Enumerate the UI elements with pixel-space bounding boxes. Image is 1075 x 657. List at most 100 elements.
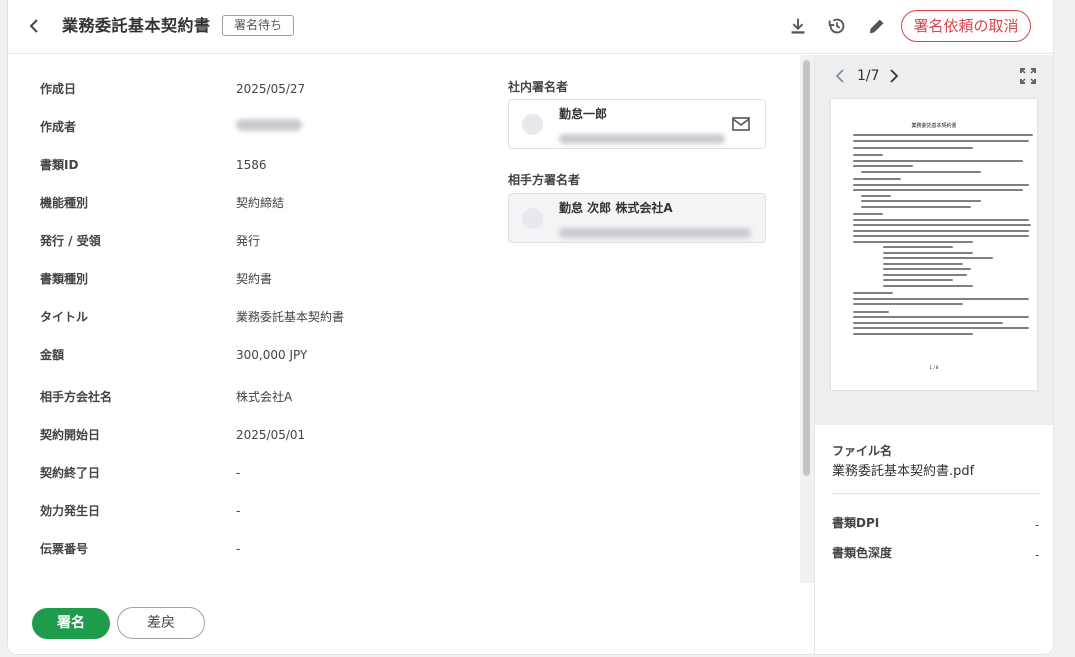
- send-mail-button[interactable]: [731, 114, 751, 134]
- filename-label: ファイル名: [832, 444, 893, 458]
- detail-row-document-id: 書類ID 1586: [8, 157, 478, 195]
- thumbnail-text-line: [861, 170, 981, 173]
- detail-label: 機能種別: [40, 196, 89, 210]
- thumbnail-text-line: [853, 154, 883, 157]
- detail-value: -: [236, 542, 241, 556]
- counterparty-signer-name: 勤怠 次郎 株式会社A: [559, 201, 673, 215]
- thumbnail-text-line: [853, 316, 1029, 319]
- avatar: [522, 208, 543, 229]
- internal-signer-heading: 社内署名者: [508, 80, 569, 94]
- detail-row-title: タイトル 業務委託基本契約書: [8, 309, 478, 347]
- detail-value: -: [236, 466, 241, 480]
- detail-label: 伝票番号: [40, 542, 89, 556]
- detail-label: 書類種別: [40, 272, 89, 286]
- detail-value: 契約締結: [236, 196, 285, 210]
- thumbnail-text-line: [853, 183, 1029, 186]
- action-footer: 署名 差戻: [8, 583, 814, 654]
- detail-row-amount: 金額 300,000 JPY: [8, 347, 478, 385]
- return-button[interactable]: 差戻: [117, 607, 205, 639]
- detail-row-document-type: 書類種別 契約書: [8, 271, 478, 309]
- detail-value: 2025/05/27: [236, 82, 306, 96]
- fullscreen-button[interactable]: [1019, 67, 1037, 85]
- page-title: 業務委託基本契約書: [62, 16, 211, 35]
- sign-button[interactable]: 署名: [32, 608, 110, 639]
- detail-value: 発行: [236, 234, 261, 248]
- filename-value: 業務委託基本契約書.pdf: [832, 464, 975, 479]
- thumbnail-text-line: [853, 218, 1029, 221]
- chevron-right-icon: [890, 69, 899, 83]
- chevron-left-icon: [29, 19, 38, 33]
- thumbnail-text-line: [883, 279, 953, 282]
- cancel-signature-request-button[interactable]: 署名依頼の取消: [901, 10, 1031, 42]
- dpi-label: 書類DPI: [832, 516, 880, 530]
- status-badge: 署名待ち: [222, 15, 295, 36]
- thumbnail-text-line: [853, 146, 973, 149]
- detail-row-creator: 作成者: [8, 119, 478, 157]
- thumbnail-text-line: [853, 133, 1033, 136]
- thumbnail-text-line: [883, 257, 993, 260]
- detail-panel: 作成日 2025/05/27 作成者 書類ID 1586 機能種別 契約締結 発…: [8, 55, 814, 583]
- detail-label: 契約終了日: [40, 466, 101, 480]
- thumbnail-text-line: [853, 327, 1029, 330]
- next-page-button[interactable]: [887, 67, 901, 85]
- detail-row-slip-number: 伝票番号 -: [8, 541, 478, 579]
- counterparty-signer-card: 勤怠 次郎 株式会社A: [508, 193, 766, 243]
- color-depth-value: -: [1035, 548, 1040, 562]
- history-button[interactable]: [826, 15, 848, 37]
- page-thumbnail[interactable]: 業務委託基本契約書 1 / 8: [831, 99, 1037, 390]
- thumbnail-text-line: [883, 273, 967, 276]
- detail-row-effective-date: 効力発生日 -: [8, 503, 478, 541]
- thumbnail-text-line: [853, 235, 1029, 238]
- thumbnail-text-line: [853, 159, 1023, 162]
- thumbnail-text-line: [883, 246, 953, 249]
- detail-label: 効力発生日: [40, 504, 101, 518]
- edit-button[interactable]: [866, 15, 888, 37]
- detail-label: 発行 / 受領: [40, 234, 101, 248]
- detail-row-counterparty: 相手方会社名 株式会社A: [8, 389, 478, 427]
- thumbnail-text-line: [853, 178, 901, 181]
- thumbnail-text-line: [853, 292, 893, 295]
- document-detail-card: 業務委託基本契約書 署名待ち 署名依頼の取消 作成日 2025/05/27 作成…: [7, 0, 1054, 655]
- thumbnail-text-line: [853, 240, 973, 243]
- thumbnail-text-line: [883, 262, 963, 265]
- detail-row-function-type: 機能種別 契約締結: [8, 195, 478, 233]
- counterparty-signer-heading: 相手方署名者: [508, 173, 581, 187]
- detail-value: -: [236, 504, 241, 518]
- divider: [832, 493, 1040, 494]
- detail-label: 相手方会社名: [40, 390, 113, 404]
- thumbnail-page-number: 1 / 8: [929, 365, 939, 370]
- detail-label: 作成日: [40, 82, 77, 96]
- back-button[interactable]: [24, 14, 44, 38]
- detail-row-issue-receive: 発行 / 受領 発行: [8, 233, 478, 271]
- expand-icon: [1020, 68, 1036, 84]
- chevron-left-icon: [835, 69, 844, 83]
- scrollbar-thumb[interactable]: [803, 60, 810, 476]
- dpi-value: -: [1035, 518, 1040, 532]
- download-button[interactable]: [787, 15, 809, 37]
- detail-value: 業務委託基本契約書: [236, 310, 345, 324]
- detail-row-created-date: 作成日 2025/05/27: [8, 81, 478, 119]
- mail-icon: [732, 117, 750, 131]
- preview-panel: 1/7 業務委託基本契約書 1 / 8 ファイル名 業務委託基本契約書.pdf …: [814, 55, 1053, 654]
- thumbnail-heading: 業務委託基本契約書: [911, 123, 957, 129]
- thumbnail-text-line: [853, 297, 1029, 300]
- thumbnail-text-line: [853, 165, 913, 168]
- pencil-icon: [869, 19, 884, 34]
- thumbnail-text-line: [853, 229, 1029, 232]
- thumbnail-text-line: [853, 321, 1003, 324]
- previous-page-button[interactable]: [833, 67, 847, 85]
- detail-row-contract-end: 契約終了日 -: [8, 465, 478, 503]
- file-info: ファイル名 業務委託基本契約書.pdf 書類DPI - 書類色深度 -: [815, 425, 1053, 654]
- document-preview: 1/7 業務委託基本契約書 1 / 8: [815, 55, 1053, 425]
- thumbnail-text-line: [853, 224, 1031, 227]
- detail-label: 金額: [40, 348, 65, 362]
- thumbnail-text-line: [853, 140, 1029, 143]
- avatar: [522, 114, 543, 135]
- detail-value: 契約書: [236, 272, 273, 286]
- thumbnail-text-line: [883, 268, 971, 271]
- counterparty-signer-email-redacted: [559, 223, 751, 242]
- detail-value: 1586: [236, 158, 267, 172]
- detail-row-contract-start: 契約開始日 2025/05/01: [8, 427, 478, 465]
- thumbnail-text-line: [883, 284, 973, 287]
- thumbnail-text-line: [861, 205, 971, 208]
